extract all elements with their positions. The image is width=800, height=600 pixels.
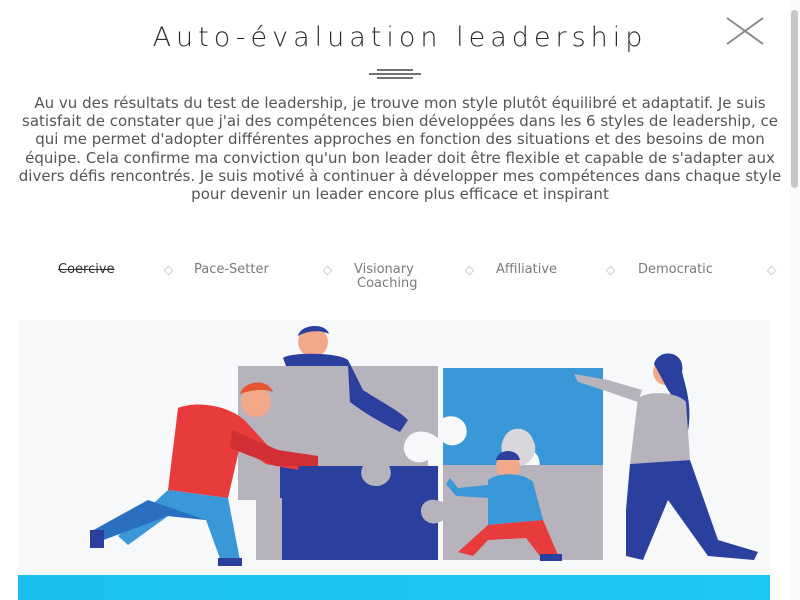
close-icon[interactable] <box>724 16 766 46</box>
leadership-style-tabs: Coercive Pace-Setter Visionary Affiliati… <box>0 262 800 292</box>
woman-legs <box>626 460 758 560</box>
tab-separator <box>605 265 616 276</box>
woman-torso <box>630 393 690 464</box>
puzzle-piece-bottom-left <box>280 466 438 560</box>
tab-coaching[interactable]: Coaching <box>357 276 418 291</box>
tab-separator <box>464 265 475 276</box>
team-puzzle-illustration <box>18 320 770 575</box>
tab-separator <box>766 265 777 276</box>
tab-pace-setter[interactable]: Pace-Setter <box>194 262 269 277</box>
puzzle-piece-edge <box>256 498 282 560</box>
scrollbar-thumb[interactable] <box>791 10 798 188</box>
tab-visionary[interactable]: Visionary <box>354 262 414 277</box>
title-divider <box>369 69 421 79</box>
tab-separator <box>163 265 174 276</box>
bottom-accent-bar <box>18 575 770 600</box>
modal-title: Auto-évaluation leadership <box>152 22 648 53</box>
tab-separator <box>322 265 333 276</box>
tab-coercive[interactable]: Coercive <box>58 262 115 277</box>
tab-democratic[interactable]: Democratic <box>638 262 713 277</box>
tab-affiliative[interactable]: Affiliative <box>496 262 557 277</box>
self-evaluation-text: Au vu des résultats du test de leadershi… <box>18 94 782 204</box>
